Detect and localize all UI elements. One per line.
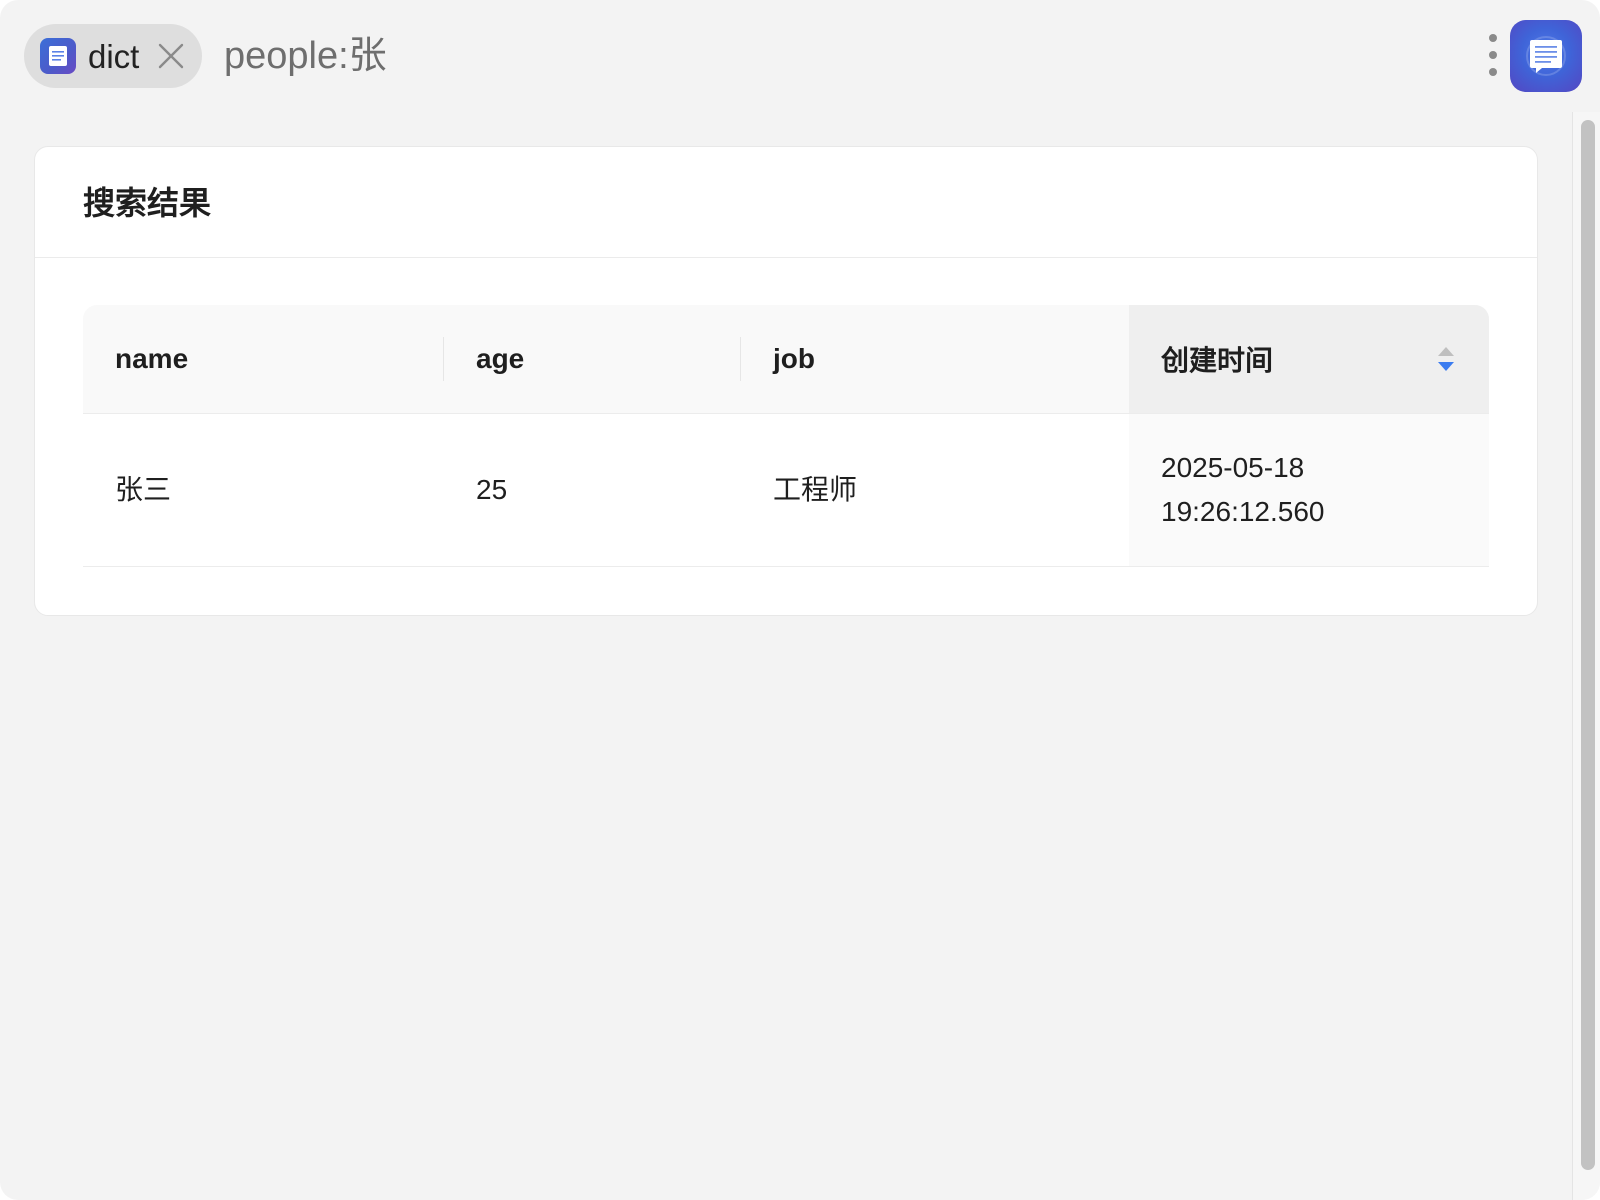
cell-age: 25 xyxy=(476,474,508,505)
top-bar: dict people:张 xyxy=(0,0,1600,112)
results-table: name age job 创建时间 张三 25 工程师 2025-05-18 1… xyxy=(83,305,1489,567)
column-header-age[interactable]: age xyxy=(444,305,741,413)
header-label: age xyxy=(476,343,525,374)
scrollbar-thumb[interactable] xyxy=(1581,120,1595,1170)
table-header: name age job 创建时间 xyxy=(83,305,1489,414)
document-icon xyxy=(40,38,76,74)
card-title: 搜索结果 xyxy=(83,185,212,221)
app-window: dict people:张 搜索结果 name age job 创建时间 张三 … xyxy=(0,0,1600,1200)
search-results-card: 搜索结果 name age job 创建时间 张三 25 工程师 2025-05… xyxy=(34,146,1538,616)
table-body: 张三 25 工程师 2025-05-18 19:26:12.560 xyxy=(83,414,1489,567)
document-chat-icon[interactable] xyxy=(1510,20,1582,92)
scrollbar-track[interactable] xyxy=(1572,112,1600,1200)
header-label: name xyxy=(115,343,189,374)
close-icon[interactable] xyxy=(156,41,186,71)
header-label: 创建时间 xyxy=(1161,345,1274,376)
divider xyxy=(35,257,1537,258)
dict-tab-chip[interactable]: dict xyxy=(24,24,202,88)
created-date: 2025-05-18 xyxy=(1161,452,1305,483)
search-query-input[interactable]: people:张 xyxy=(224,33,387,79)
column-header-name[interactable]: name xyxy=(83,305,444,413)
cell-created-time: 2025-05-18 19:26:12.560 xyxy=(1129,414,1489,566)
sort-icon[interactable] xyxy=(1437,345,1455,373)
column-header-created-time[interactable]: 创建时间 xyxy=(1129,305,1489,413)
cell-name: 张三 xyxy=(115,474,172,505)
more-options-icon[interactable] xyxy=(1480,30,1506,80)
column-header-job[interactable]: job xyxy=(741,305,1129,413)
tab-label: dict xyxy=(88,37,140,75)
created-time: 19:26:12.560 xyxy=(1161,496,1325,527)
header-label: job xyxy=(773,343,815,374)
cell-job: 工程师 xyxy=(773,474,858,505)
table-row[interactable]: 张三 25 工程师 2025-05-18 19:26:12.560 xyxy=(83,414,1489,567)
